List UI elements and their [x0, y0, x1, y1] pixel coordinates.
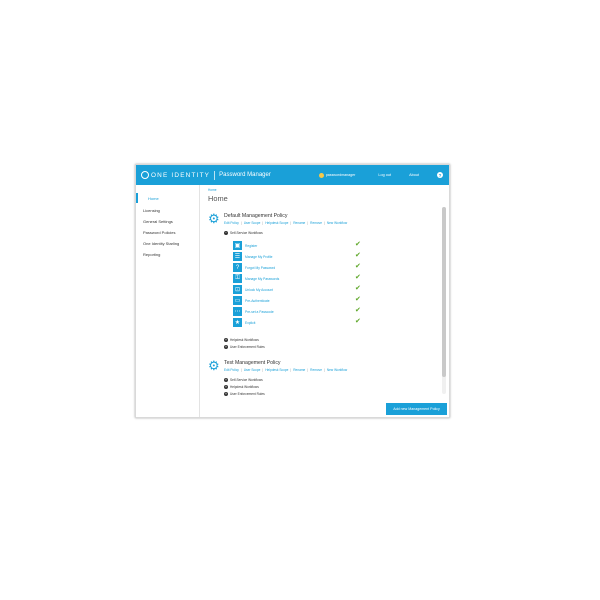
new-workflow-link[interactable]: New Workflow: [327, 221, 347, 225]
expand-icon: +: [224, 392, 228, 396]
helpdesk-scope-link[interactable]: Helpdesk Scope: [265, 221, 288, 225]
workflow-row[interactable]: ⋯ Pre-set a Passcode ✔: [233, 307, 363, 317]
logout-link[interactable]: Log out: [378, 173, 391, 177]
remove-link[interactable]: Remove: [310, 221, 322, 225]
sidebar-item-home[interactable]: Home: [136, 193, 199, 203]
rename-link[interactable]: Rename: [293, 368, 305, 372]
sidebar-item-general-settings[interactable]: General Settings: [136, 216, 199, 226]
register-icon: ▣: [233, 241, 242, 250]
brand-name: ONE IDENTITY: [151, 171, 211, 179]
new-workflow-link[interactable]: New Workflow: [327, 368, 347, 372]
workflow-label[interactable]: Register: [245, 244, 257, 248]
workflow-row[interactable]: ▭ Pre-Authenticate ✔: [233, 296, 363, 306]
explicit-icon: ★: [233, 318, 242, 327]
top-right-menu: passwordmanager Log out About ?: [318, 165, 443, 185]
check-icon: ✔: [355, 318, 361, 325]
workflow-label[interactable]: Pre-set a Passcode: [245, 310, 274, 314]
workflow-label[interactable]: Forgot My Password: [245, 266, 275, 270]
helpdesk-scope-link[interactable]: Helpdesk Scope: [265, 368, 288, 372]
workflow-label[interactable]: Unlock My Account: [245, 288, 273, 292]
about-link[interactable]: About: [409, 173, 419, 177]
forgot-password-icon: ?: [233, 263, 242, 272]
workflow-row[interactable]: ⚿ Manage My Passwords ✔: [233, 274, 363, 284]
edit-policy-link[interactable]: Edit Policy: [224, 221, 239, 225]
self-service-section-default[interactable]: − Self-Service Workflows: [224, 231, 263, 235]
remove-link[interactable]: Remove: [310, 368, 322, 372]
workflow-row[interactable]: ☰ Manage My Profile ✔: [233, 252, 363, 262]
check-icon: ✔: [355, 274, 361, 281]
workflow-row[interactable]: ? Forgot My Password ✔: [233, 263, 363, 273]
logo: ONE IDENTITY Password Manager: [141, 170, 271, 180]
sidebar: Home Licensing General Settings Password…: [136, 185, 200, 417]
workflow-row[interactable]: ⊡ Unlock My Account ✔: [233, 285, 363, 295]
help-icon[interactable]: ?: [437, 172, 443, 178]
self-service-section-test[interactable]: + Self-Service Workflows: [224, 378, 263, 382]
collapse-icon: −: [224, 231, 228, 235]
user-menu[interactable]: passwordmanager: [318, 172, 356, 178]
policy-title-default: Default Management Policy: [224, 213, 288, 219]
expand-icon: +: [224, 345, 228, 349]
sidebar-item-password-policies[interactable]: Password Policies: [136, 227, 199, 237]
user-enforcement-section-default[interactable]: + User Enforcement Rules: [224, 345, 265, 349]
workflow-label[interactable]: Explicit: [245, 321, 255, 325]
profile-icon: ☰: [233, 252, 242, 261]
policy-links-default: Edit Policy | User Scope | Helpdesk Scope |…: [224, 221, 348, 225]
check-icon: ✔: [355, 285, 361, 292]
check-icon: ✔: [355, 263, 361, 270]
sidebar-item-licensing[interactable]: Licensing: [136, 205, 199, 215]
workflow-label[interactable]: Manage My Passwords: [245, 277, 279, 281]
breadcrumb[interactable]: Home: [208, 188, 217, 192]
expand-icon: +: [224, 378, 228, 382]
preauth-icon: ▭: [233, 296, 242, 305]
workflow-row[interactable]: ▣ Register ✔: [233, 241, 363, 251]
workflow-label[interactable]: Pre-Authenticate: [245, 299, 270, 303]
workflow-label[interactable]: Manage My Profile: [245, 255, 273, 259]
scrollbar-thumb[interactable]: [442, 207, 446, 377]
user-scope-link[interactable]: User Scope: [244, 221, 261, 225]
gear-icon: ⚙: [208, 358, 220, 373]
check-icon: ✔: [355, 241, 361, 248]
passwords-icon: ⚿: [233, 274, 242, 283]
app-window: ONE IDENTITY Password Manager passwordma…: [135, 164, 450, 418]
check-icon: ✔: [355, 252, 361, 259]
top-bar: ONE IDENTITY Password Manager passwordma…: [136, 165, 449, 185]
logo-circle-icon: [141, 171, 149, 179]
rename-link[interactable]: Rename: [293, 221, 305, 225]
product-name: Password Manager: [219, 172, 271, 178]
user-name: passwordmanager: [325, 173, 356, 177]
helpdesk-section-test[interactable]: + Helpdesk Workflows: [224, 385, 259, 389]
check-icon: ✔: [355, 296, 361, 303]
policy-links-test: Edit Policy | User Scope | Helpdesk Scope |…: [224, 368, 348, 372]
user-icon: [318, 172, 324, 178]
workflow-row[interactable]: ★ Explicit ✔: [233, 318, 363, 328]
user-scope-link[interactable]: User Scope: [244, 368, 261, 372]
expand-icon: +: [224, 385, 228, 389]
sidebar-item-reporting[interactable]: Reporting: [136, 249, 199, 259]
sidebar-item-starling[interactable]: One Identity Starling: [136, 238, 199, 248]
add-management-policy-button[interactable]: Add new Management Policy: [386, 403, 447, 415]
brand-divider: [214, 170, 216, 180]
expand-icon: +: [224, 338, 228, 342]
policy-title-test: Test Management Policy: [224, 360, 281, 366]
gear-icon: ⚙: [208, 211, 220, 226]
edit-policy-link[interactable]: Edit Policy: [224, 368, 239, 372]
helpdesk-section-default[interactable]: + Helpdesk Workflows: [224, 338, 259, 342]
unlock-icon: ⊡: [233, 285, 242, 294]
main-content: Home Home ⚙ Default Management Policy Ed…: [200, 185, 449, 417]
passcode-icon: ⋯: [233, 307, 242, 316]
user-enforcement-section-test[interactable]: + User Enforcement Rules: [224, 392, 265, 396]
page-title: Home: [208, 194, 228, 203]
check-icon: ✔: [355, 307, 361, 314]
